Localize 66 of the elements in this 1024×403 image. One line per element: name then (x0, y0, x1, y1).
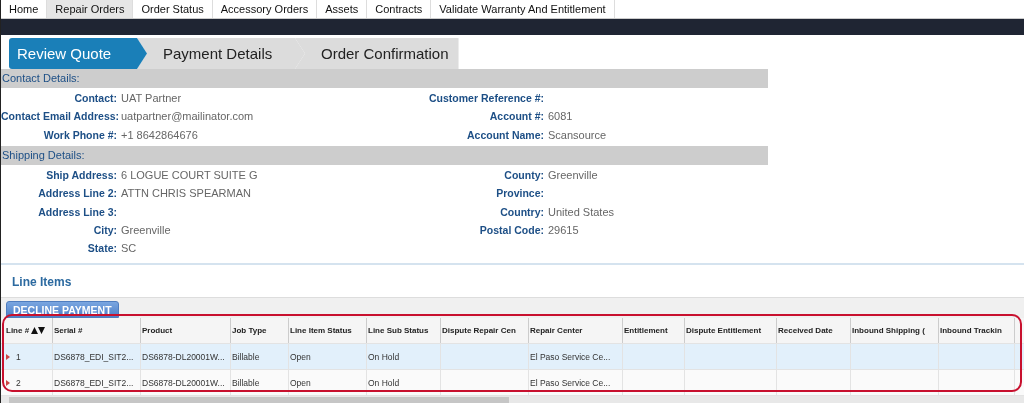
table-cell: Billable (232, 351, 260, 362)
table-cell: Open (290, 351, 311, 362)
field-label: Work Phone #: (42, 128, 117, 141)
field-label: City: (92, 223, 117, 236)
column-header[interactable]: Dispute Repair Cen (441, 318, 529, 344)
table-cell: El Paso Service Ce... (530, 351, 611, 362)
field-value: UAT Partner (120, 92, 183, 105)
expand-icon[interactable] (6, 379, 10, 386)
table-cell-text: 1 (15, 351, 21, 362)
column-header[interactable]: Dispute Entitlement (685, 318, 777, 344)
field-label: Address Line 3: (37, 205, 117, 218)
field-label: Account Name: (466, 128, 544, 141)
field-value: 29615 (547, 223, 580, 236)
field-value: Scansource (547, 128, 608, 141)
line-items-title: Line Items (11, 274, 73, 292)
field-value: United States (547, 205, 616, 218)
column-header[interactable]: Entitlement (623, 318, 685, 344)
expand-icon[interactable] (6, 353, 10, 360)
table-cell: El Paso Service Ce... (530, 377, 611, 388)
table-cell: DS6878_EDI_SIT2... (54, 351, 134, 362)
section-title: Contact Details: (1, 72, 80, 84)
column-header[interactable]: Received Date (777, 318, 851, 344)
field-label: Contact Email Address: (1, 110, 117, 123)
column-header[interactable]: Inbound Trackin (939, 318, 1015, 344)
field-value: uatpartner@mailinator.com (120, 110, 255, 123)
field-label: Province: (495, 187, 544, 200)
column-header[interactable]: Repair Center (529, 318, 623, 344)
field-label: Country: (499, 205, 544, 218)
field-value: Greenville (547, 169, 599, 182)
wizard-step[interactable]: Payment Details (137, 38, 305, 69)
field-label: Customer Reference #: (428, 92, 544, 105)
table-cell: DS6878-DL20001W... (142, 351, 225, 362)
field-value: SC (120, 242, 138, 255)
column-header[interactable]: Job Type (231, 318, 289, 344)
wizard-step[interactable]: Order Confirmation (295, 38, 459, 69)
horizontal-scrollbar[interactable] (1, 396, 1024, 403)
field-label: Postal Code: (478, 223, 544, 236)
table-cell: On Hold (368, 351, 400, 362)
nav-tab[interactable]: Repair Orders (47, 0, 134, 18)
field-label: Address Line 2: (37, 187, 117, 200)
field-value: +1 8642864676 (120, 128, 199, 141)
field-label: County: (503, 169, 544, 182)
column-header[interactable]: Serial # (53, 318, 141, 344)
field-label: State: (86, 242, 117, 255)
field-label: Account #: (488, 110, 544, 123)
table-row[interactable]: 2 DS6878_EDI_SIT2... DS6878-DL20001W... Billable Open On Hold El Paso Service Ce... (1, 370, 1024, 397)
sort-icon[interactable] (31, 327, 46, 335)
table-cell: On Hold (368, 377, 400, 388)
field-value: ATTN CHRIS SPEARMAN (120, 187, 252, 200)
column-header[interactable]: Product (141, 318, 231, 344)
wizard-step[interactable]: Review Quote (9, 38, 147, 69)
field-value: Greenville (120, 223, 172, 236)
table-cell: DS6878_EDI_SIT2... (54, 377, 134, 388)
table-cell: DS6878-DL20001W... (142, 377, 225, 388)
column-header[interactable]: Line Sub Status (367, 318, 441, 344)
field-label: Ship Address: (45, 169, 117, 182)
column-header[interactable]: Inbound Shipping ( (851, 318, 939, 344)
table-row[interactable]: 1 DS6878_EDI_SIT2... DS6878-DL20001W... Billable Open On Hold El Paso Service Ce... (1, 344, 1024, 371)
table-cell: Billable (232, 377, 260, 388)
section-title: Shipping Details: (1, 148, 85, 161)
table-cell-text: 2 (15, 377, 21, 388)
column-header[interactable]: Line Item Status (289, 318, 367, 344)
field-label: Contact: (73, 92, 117, 105)
table-cell: Open (290, 377, 311, 388)
field-value: 6 LOGUE COURT SUITE G (120, 169, 259, 182)
field-value: 6081 (547, 110, 574, 123)
